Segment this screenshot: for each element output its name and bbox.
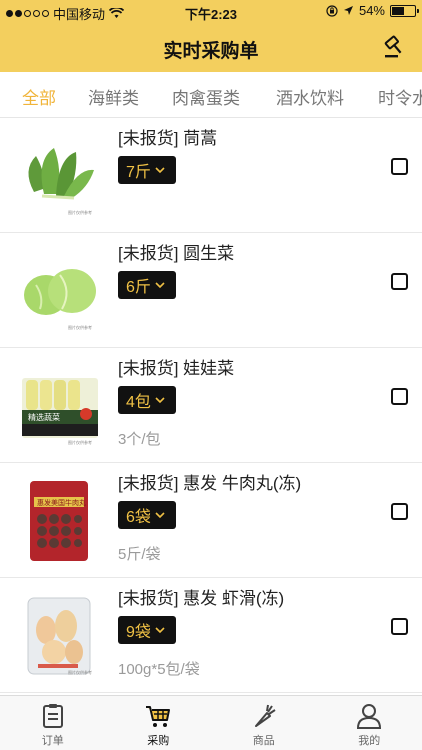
- tabbar-label: 采购: [147, 735, 170, 747]
- cart-icon: [146, 706, 171, 727]
- image-caption: 图片仅供参考: [68, 440, 92, 445]
- tab-drinks[interactable]: 酒水饮料: [276, 84, 344, 109]
- tabbar-label: 我的: [358, 735, 381, 747]
- product-spec: 100g*5包/袋: [118, 661, 200, 678]
- tabbar-products[interactable]: 商品: [211, 696, 317, 750]
- product-spec: 5斤/袋: [118, 546, 161, 563]
- list-item[interactable]: 图片仅供参考 [未报货] 惠发 虾滑(冻) 9袋 100g*5包/袋: [0, 578, 422, 693]
- category-tabs: 全部 海鲜类 肉禽蛋类 酒水饮料 时令水: [0, 72, 422, 118]
- carrot-icon: [254, 704, 276, 727]
- quantity-selector[interactable]: 4包: [118, 386, 176, 414]
- user-icon: [357, 704, 382, 729]
- tab-seafood[interactable]: 海鲜类: [88, 84, 139, 109]
- product-spec: 3个/包: [118, 431, 161, 448]
- quantity-selector[interactable]: 6斤: [118, 271, 176, 299]
- product-name: [未报货] 娃娃菜: [118, 359, 235, 378]
- tab-meat-poultry-eggs[interactable]: 肉禽蛋类: [172, 84, 240, 109]
- tabbar-label: 商品: [252, 735, 275, 747]
- chevron-down-icon: [155, 167, 165, 174]
- image-caption: 图片仅供参考: [68, 210, 92, 215]
- product-image: [28, 148, 94, 200]
- tabbar-purchase[interactable]: 采购: [106, 696, 212, 750]
- image-caption: 图片仅供参考: [68, 670, 92, 675]
- tabbar-mine[interactable]: 我的: [317, 696, 422, 750]
- gavel-icon[interactable]: [382, 34, 408, 60]
- quantity-selector[interactable]: 7斤: [118, 156, 176, 184]
- clipboard-icon: [42, 704, 63, 728]
- item-checkbox[interactable]: [391, 273, 408, 290]
- page-title: 实时采购单: [163, 41, 259, 62]
- tab-seasonal[interactable]: 时令水: [378, 84, 422, 109]
- item-checkbox[interactable]: [391, 158, 408, 175]
- product-name: [未报货] 圆生菜: [118, 244, 235, 263]
- battery-icon: [390, 4, 419, 17]
- list-item[interactable]: 图片仅供参考 [未报货] 圆生菜 6斤: [0, 233, 422, 348]
- quantity-value: 6斤: [126, 279, 151, 296]
- image-caption: 图片仅供参考: [68, 325, 92, 330]
- battery-text: 54%: [358, 3, 385, 18]
- quantity-value: 7斤: [126, 164, 151, 181]
- quantity-selector[interactable]: 6袋: [118, 501, 176, 529]
- quantity-value: 4包: [126, 394, 151, 411]
- rotation-lock-icon: [326, 4, 338, 17]
- status-bar: 中国移动 下午2:23 54%: [0, 0, 422, 22]
- item-checkbox[interactable]: [391, 388, 408, 405]
- chevron-down-icon: [155, 397, 165, 404]
- list-item[interactable]: 惠发美国牛肉丸 [未报货] 惠发 牛肉丸(冻) 6袋 5斤/袋: [0, 463, 422, 578]
- list-item[interactable]: 精选蔬菜 图片仅供参考 [未报货] 娃娃菜 4包 3个/包: [0, 348, 422, 463]
- chevron-down-icon: [155, 512, 165, 519]
- item-checkbox[interactable]: [391, 503, 408, 520]
- chevron-down-icon: [155, 282, 165, 289]
- status-right: 54%: [326, 3, 419, 18]
- location-icon: [343, 6, 353, 15]
- list-item[interactable]: 图片仅供参考 [未报货] 茼蒿 7斤: [0, 118, 422, 233]
- nav-bar: 实时采购单: [0, 22, 422, 72]
- product-image: [27, 597, 91, 675]
- product-name: [未报货] 惠发 牛肉丸(冻): [118, 474, 302, 493]
- product-name: [未报货] 惠发 虾滑(冻): [118, 589, 285, 608]
- purchase-list: 图片仅供参考 [未报货] 茼蒿 7斤 图片仅供参考 [未报货] 圆生菜 6斤 精…: [0, 118, 422, 695]
- tabbar-label: 订单: [41, 735, 64, 747]
- package-label: 惠发美国牛肉丸: [37, 498, 86, 507]
- item-checkbox[interactable]: [391, 618, 408, 635]
- tabbar-orders[interactable]: 订单: [0, 696, 106, 750]
- quantity-selector[interactable]: 9袋: [118, 616, 176, 644]
- chevron-down-icon: [155, 627, 165, 634]
- package-label: 精选蔬菜: [28, 412, 60, 422]
- product-image: [24, 269, 96, 315]
- tab-all[interactable]: 全部: [22, 84, 56, 109]
- bottom-tab-bar: 订单 采购 商品 我的: [0, 695, 422, 750]
- product-name: [未报货] 茼蒿: [118, 129, 218, 148]
- battery-fill: [392, 6, 404, 15]
- quantity-value: 9袋: [126, 624, 151, 641]
- product-image: 惠发美国牛肉丸: [30, 481, 88, 561]
- product-image: 精选蔬菜: [22, 378, 98, 438]
- quantity-value: 6袋: [126, 509, 151, 526]
